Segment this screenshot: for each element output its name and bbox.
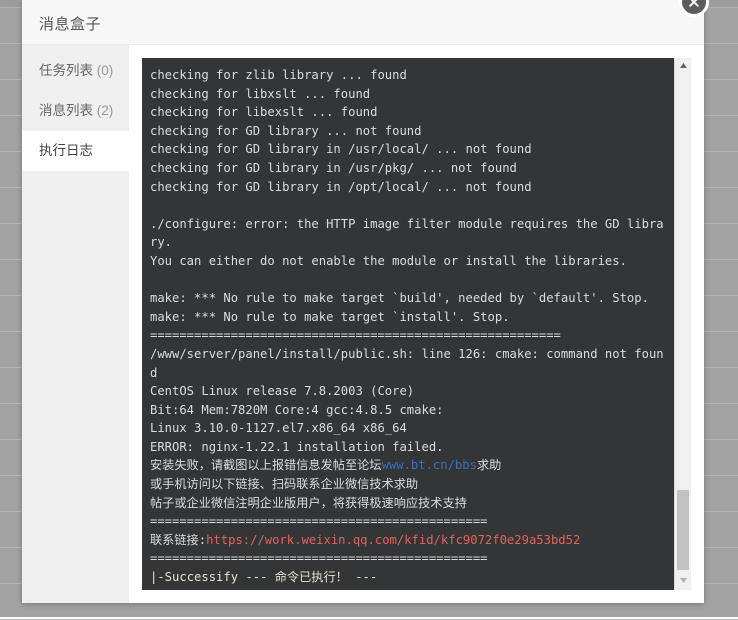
- log-text: 联系链接:: [150, 532, 207, 547]
- log-text: checking for zlib library ... found: [150, 68, 407, 82]
- log-line: You can either do not enable the module …: [150, 252, 670, 271]
- log-final-line: |-Successify --- 命令已执行！ ---: [150, 568, 670, 587]
- log-text: checking for GD library in /usr/pkg/ ...…: [150, 160, 517, 175]
- log-text: 安装失败，请截图以上报错信息发帖至论坛: [150, 458, 382, 473]
- log-text: ========================================…: [150, 551, 488, 566]
- dialog-header: 消息盒子: [22, 0, 704, 45]
- log-line: checking for libexslt ... found: [150, 103, 670, 122]
- log-line: ========================================…: [150, 326, 670, 345]
- log-line: checking for GD library in /usr/local/ .…: [150, 140, 670, 159]
- log-text: You can either do not enable the module …: [150, 253, 627, 268]
- sidebar-item-count: (0): [93, 63, 114, 78]
- log-help-line: 安装失败，请截图以上报错信息发帖至论坛www.bt.cn/bbs求助: [150, 456, 670, 475]
- log-text: ERROR: nginx-1.22.1 installation failed.: [150, 439, 444, 454]
- log-line: ./configure: error: the HTTP image filte…: [150, 215, 670, 252]
- log-blank-line: [150, 271, 670, 290]
- log-text: checking for libexslt ... found: [150, 105, 378, 120]
- scroll-up-arrow[interactable]: [675, 58, 691, 75]
- log-text: 求助: [476, 458, 502, 473]
- log-text: 或手机访问以下链接、扫码联系企业微信技术求助: [150, 477, 419, 492]
- log-text: ========================================…: [150, 514, 488, 529]
- sidebar: 任务列表 (0) 消息列表 (2) 执行日志: [22, 45, 129, 603]
- log-contact-line: 联系链接:https://work.weixin.qq.com/kfid/kfc…: [150, 531, 670, 550]
- log-text: -Successify --- 命令已执行！ ---: [157, 570, 378, 585]
- log-text: Linux 3.10.0-1127.el7.x86_64 x86_64: [150, 421, 407, 436]
- log-line: ERROR: nginx-1.22.1 installation failed.: [150, 438, 670, 457]
- log-separator: ========================================…: [150, 549, 670, 568]
- log-text: checking for GD library ... not found: [150, 123, 422, 138]
- terminal-panel: checking for zlib library ... found check…: [142, 58, 691, 590]
- log-line: make: *** No rule to make target `build'…: [150, 289, 670, 308]
- contact-link[interactable]: https://work.weixin.qq.com/kfid/kfc9072f…: [206, 533, 580, 547]
- log-line: CentOS Linux release 7.8.2003 (Core): [150, 382, 670, 401]
- log-text: checking for libxslt ... found: [150, 86, 371, 101]
- log-text: ========================================…: [150, 328, 561, 343]
- log-line: Linux 3.10.0-1127.el7.x86_64 x86_64: [150, 419, 670, 438]
- log-blank-line: [150, 196, 670, 215]
- log-text: make: *** No rule to make target `build'…: [150, 291, 649, 306]
- log-line: /www/server/panel/install/public.sh: lin…: [150, 345, 670, 382]
- log-line: make: *** No rule to make target `instal…: [150, 308, 670, 327]
- log-text: CentOS Linux release 7.8.2003 (Core): [150, 384, 415, 399]
- sidebar-item-message-list[interactable]: 消息列表 (2): [22, 91, 129, 131]
- sidebar-item-execution-log[interactable]: 执行日志: [22, 131, 129, 171]
- message-box-dialog: 消息盒子 任务列表 (0) 消息列表 (2) 执行日志 checking for z…: [22, 0, 709, 603]
- sidebar-item-count: (2): [93, 103, 114, 118]
- log-separator: ========================================…: [150, 512, 670, 531]
- dialog-body: 任务列表 (0) 消息列表 (2) 执行日志 checking for zlib l…: [22, 45, 704, 603]
- sidebar-item-label: 消息列表: [39, 103, 93, 118]
- log-text: ./configure: error: the HTTP image filte…: [150, 216, 664, 250]
- log-help-line: 帖子或企业微信注明企业版用户，将获得极速响应技术支持: [150, 494, 670, 513]
- sidebar-item-label: 执行日志: [39, 143, 93, 158]
- log-line: checking for libxslt ... found: [150, 85, 670, 104]
- dialog-content: checking for zlib library ... found check…: [129, 45, 704, 603]
- log-text: checking for GD library in /usr/local/ .…: [150, 142, 532, 157]
- log-text: /www/server/panel/install/public.sh: lin…: [150, 346, 664, 380]
- scroll-down-arrow[interactable]: [675, 573, 691, 590]
- log-line: checking for GD library in /opt/local/ .…: [150, 178, 670, 197]
- execution-log-output: checking for zlib library ... found check…: [142, 58, 674, 590]
- log-line: Bit:64 Mem:7820M Core:4 gcc:4.8.5 cmake:: [150, 401, 670, 420]
- log-scrollbar[interactable]: [674, 58, 691, 590]
- sidebar-item-task-list[interactable]: 任务列表 (0): [22, 51, 129, 91]
- page-title: 消息盒子: [39, 16, 102, 33]
- log-line: checking for GD library ... not found: [150, 122, 670, 141]
- log-line: checking for GD library in /usr/pkg/ ...…: [150, 159, 670, 178]
- sidebar-item-label: 任务列表: [39, 63, 93, 78]
- log-text: Bit:64 Mem:7820M Core:4 gcc:4.8.5 cmake:: [150, 402, 444, 417]
- log-text: checking for GD library in /opt/local/ .…: [150, 179, 532, 194]
- log-text: make: *** No rule to make target `instal…: [150, 309, 510, 324]
- scroll-thumb[interactable]: [677, 490, 689, 570]
- forum-link[interactable]: www.bt.cn/bbs: [382, 458, 477, 472]
- log-line: checking for zlib library ... found: [150, 66, 670, 85]
- log-help-line: 或手机访问以下链接、扫码联系企业微信技术求助: [150, 475, 670, 494]
- log-text: 帖子或企业微信注明企业版用户，将获得极速响应技术支持: [150, 495, 467, 510]
